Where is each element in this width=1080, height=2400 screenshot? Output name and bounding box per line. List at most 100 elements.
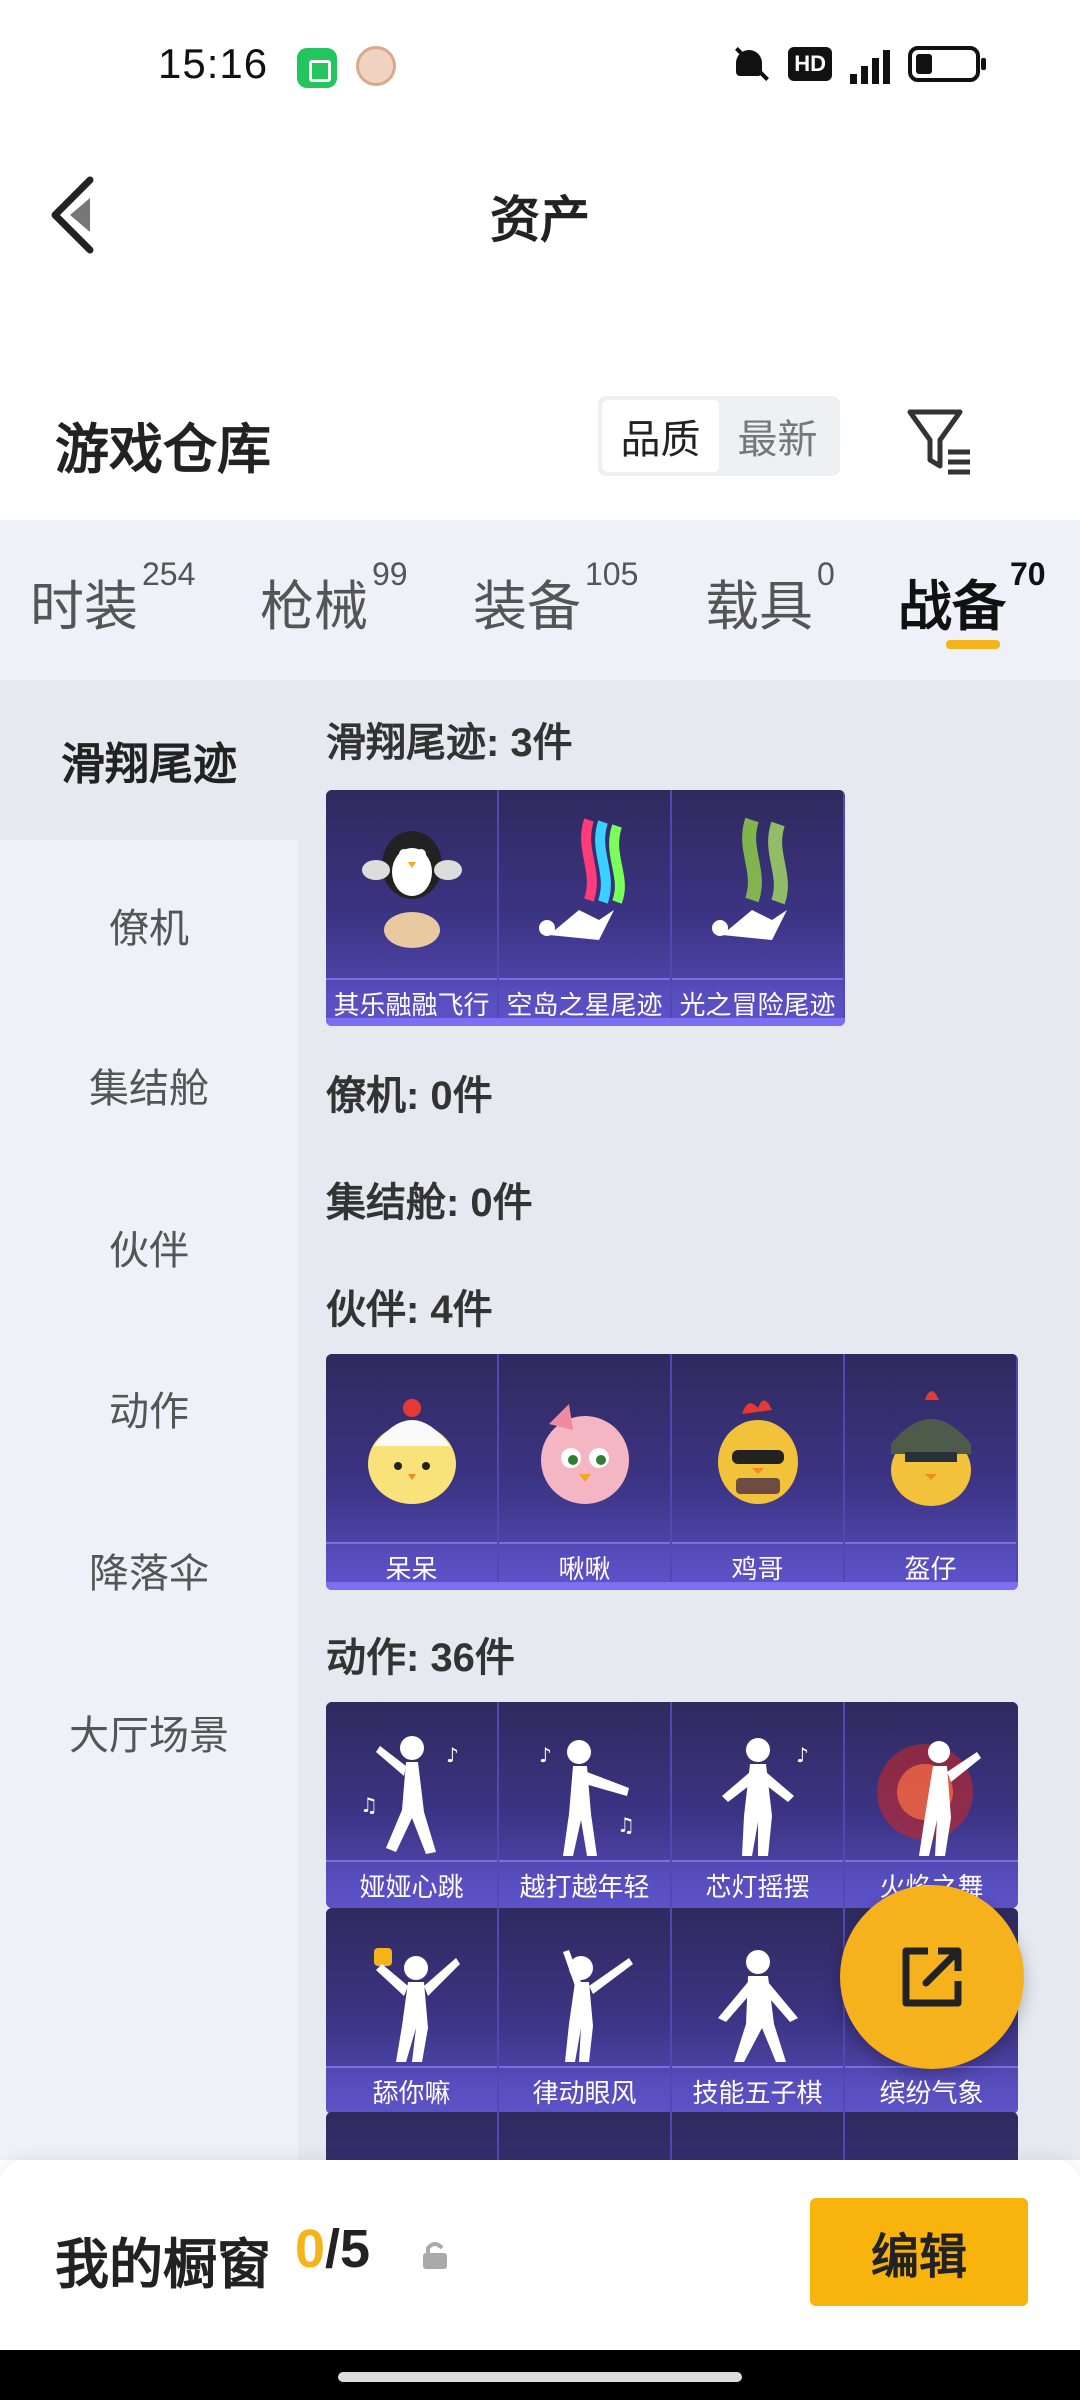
item-card[interactable]: ♪ 芯灯摇摆 [672, 1702, 845, 1908]
item-card[interactable]: ♪ ♫ 娅娅心跳 [326, 1702, 499, 1908]
item-card[interactable]: 技能五子棋 [672, 1908, 845, 2114]
tab-fashion[interactable]: 时装254 [30, 556, 195, 641]
status-bar: 15:16 HD [0, 0, 1080, 130]
page-title: 资产 [490, 192, 590, 248]
sidenav-item-action[interactable]: 动作 [0, 1328, 298, 1488]
showcase-bar: 我的橱窗 0/5 编辑 [0, 2160, 1080, 2350]
tab-count: 0 [817, 556, 835, 592]
action-row-3 [326, 2112, 1018, 2160]
item-card[interactable]: 光之冒险尾迹 [672, 790, 845, 1026]
sidenav-item-pod[interactable]: 集结舱 [0, 1005, 298, 1165]
category-tabs: 时装254 枪械99 装备105 载具0 战备70 [0, 520, 1080, 680]
item-card[interactable] [499, 2112, 672, 2160]
pink-bird-icon [541, 1404, 629, 1504]
tab-vehicles[interactable]: 载具0 [705, 556, 835, 641]
helmet-chick-icon [891, 1391, 971, 1506]
home-gesture-handle[interactable] [338, 2372, 742, 2382]
svg-text:♪: ♪ [539, 1743, 552, 1767]
penguin-icon [362, 831, 462, 948]
status-time: 15:16 [158, 40, 269, 87]
avatar-notification-icon [356, 46, 396, 86]
chick-icon [368, 1399, 456, 1504]
dance-pose-icon [374, 1948, 460, 2062]
rainbow-trail-icon [539, 818, 625, 940]
fire-dance-icon [877, 1741, 981, 1856]
rarity-strip [326, 1582, 1018, 1590]
tab-equipment[interactable]: 装备105 [473, 556, 638, 641]
item-name: 芯灯摇摆 [672, 1860, 843, 1908]
sidenav-item-glide-trail[interactable]: 滑翔尾迹 [0, 680, 298, 840]
sort-quality-option[interactable]: 品质 [602, 400, 719, 472]
system-nav-bar [0, 2350, 1080, 2400]
section-label-partner: 伙伴: 4件 [326, 1288, 493, 1332]
section-label-glide: 滑翔尾迹: 3件 [326, 721, 573, 765]
dance-pose-icon: ♪ ♫ [360, 1736, 459, 1854]
tab-count: 99 [372, 556, 408, 592]
app-notification-icon [297, 48, 337, 88]
sort-toggle: 品质 最新 [598, 396, 840, 476]
item-card[interactable]: 鸡哥 [672, 1354, 845, 1590]
showcase-count: 0/5 [295, 2219, 371, 2279]
section-label-wingman: 僚机: 0件 [326, 1074, 493, 1118]
item-card[interactable] [672, 2112, 845, 2160]
item-card[interactable]: 火焰之舞 [845, 1702, 1018, 1908]
item-card[interactable]: 啾啾 [499, 1354, 672, 1590]
item-name: 技能五子棋 [672, 2066, 843, 2114]
hd-badge: HD [788, 47, 832, 81]
sidenav-item-partner[interactable]: 伙伴 [0, 1167, 298, 1327]
signal-icon [850, 44, 890, 84]
sort-newest-option[interactable]: 最新 [719, 400, 836, 472]
sidenav-item-wingman[interactable]: 僚机 [0, 845, 298, 1005]
item-card[interactable]: 舔你嘛 [326, 1908, 499, 2114]
sidenav-item-lobby-scene[interactable]: 大厅场景 [0, 1652, 298, 1812]
item-name: 娅娅心跳 [326, 1860, 497, 1908]
showcase-label: 我的橱窗 [55, 2235, 271, 2295]
sidenav-item-parachute[interactable]: 降落伞 [0, 1490, 298, 1650]
section-label-action: 动作: 36件 [326, 1636, 515, 1680]
active-tab-indicator [946, 640, 1000, 649]
item-name: 缤纷气象 [845, 2066, 1018, 2114]
item-name: 越打越年轻 [499, 1860, 670, 1908]
side-nav: 滑翔尾迹 僚机 集结舱 伙伴 动作 降落伞 大厅场景 [0, 680, 298, 2160]
item-card[interactable]: ♪ ♫ 越打越年轻 [499, 1702, 672, 1908]
glide-trail-row: 其乐融融飞行 空岛之星尾迹 光之冒险尾迹 [326, 790, 845, 1026]
share-button[interactable] [840, 1885, 1024, 2069]
rarity-strip [326, 1018, 845, 1026]
svg-text:♫: ♫ [360, 1793, 378, 1817]
tab-count: 70 [1010, 556, 1046, 592]
svg-text:♫: ♫ [617, 1813, 635, 1837]
tab-guns[interactable]: 枪械99 [260, 556, 408, 641]
lock-icon [423, 2242, 447, 2269]
item-card[interactable]: 呆呆 [326, 1354, 499, 1590]
filter-button[interactable] [900, 400, 980, 480]
item-name: 律动眼风 [499, 2066, 670, 2114]
item-card[interactable] [326, 2112, 499, 2160]
partner-row: 呆呆 啾啾 鸡哥 盔仔 [326, 1354, 1018, 1590]
item-card[interactable] [845, 2112, 1018, 2160]
item-card[interactable]: 其乐融融飞行 [326, 790, 499, 1026]
tab-count: 254 [142, 556, 196, 592]
item-name: 舔你嘛 [326, 2066, 497, 2114]
svg-text:♪: ♪ [796, 1743, 809, 1767]
item-card[interactable]: 盔仔 [845, 1354, 1018, 1590]
item-card[interactable]: 空岛之星尾迹 [499, 790, 672, 1026]
green-trail-icon [712, 817, 788, 940]
page-header: 资产 [0, 130, 1080, 280]
warehouse-title: 游戏仓库 [55, 420, 271, 480]
action-row-1: ♪ ♫ 娅娅心跳 ♪ ♫ 越打越年轻 ♪ 芯灯摇摆 [326, 1702, 1018, 1908]
filter-icon [907, 409, 970, 475]
bell-off-icon [730, 44, 770, 84]
dance-pose-icon [563, 1950, 633, 2062]
tab-combat-prep[interactable]: 战备70 [898, 556, 1046, 641]
edit-button[interactable]: 编辑 [810, 2198, 1028, 2306]
dance-pose-icon: ♪ ♫ [539, 1740, 635, 1856]
warehouse-header: 游戏仓库 品质 最新 [0, 380, 1080, 520]
item-card[interactable]: 律动眼风 [499, 1908, 672, 2114]
dance-pose-icon [718, 1950, 798, 2062]
tab-count: 105 [585, 556, 639, 592]
dance-pose-icon: ♪ [722, 1738, 809, 1856]
share-icon [902, 1947, 962, 2007]
rooster-icon [718, 1400, 798, 1504]
svg-text:♪: ♪ [446, 1743, 459, 1767]
section-label-pod: 集结舱: 0件 [326, 1181, 533, 1225]
